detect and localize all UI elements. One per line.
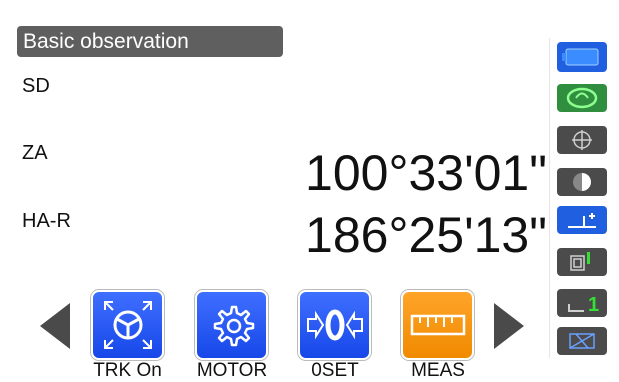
memory-status[interactable] <box>557 248 607 276</box>
trk-on-button[interactable] <box>91 290 164 360</box>
trk-on-label: TRK On <box>93 360 162 381</box>
face-status[interactable]: 1 <box>557 289 607 317</box>
side-divider <box>549 38 550 358</box>
meas-label: MEAS <box>411 360 465 381</box>
illumination-status[interactable] <box>557 168 607 196</box>
next-page-arrow-icon[interactable] <box>492 301 526 351</box>
instrument-height-status[interactable] <box>557 206 607 234</box>
za-label: ZA <box>22 142 48 164</box>
face-one-icon: 1 <box>568 294 599 316</box>
zero-set-label: 0SET <box>311 360 359 381</box>
motor-label: MOTOR <box>196 360 268 381</box>
zero-set-icon <box>306 309 363 341</box>
ha-r-value: 186°25'13" <box>305 207 547 263</box>
memory-card-icon <box>570 252 590 271</box>
gear-icon <box>213 305 254 347</box>
compensator-status[interactable] <box>557 327 607 355</box>
meas-button[interactable] <box>401 290 474 360</box>
target-tracking-icon <box>103 301 152 349</box>
za-value: 100°33'01" <box>305 145 547 201</box>
screen-title: Basic observation <box>17 26 283 57</box>
battery-icon <box>562 48 599 66</box>
laser-icon <box>566 87 598 109</box>
instrument-height-icon <box>568 213 596 228</box>
ha-r-label: HA-R <box>22 210 71 232</box>
motor-button[interactable] <box>195 290 268 360</box>
prism-target-icon <box>572 130 592 150</box>
previous-page-arrow-icon[interactable] <box>38 301 72 351</box>
target-status[interactable] <box>557 126 607 154</box>
softkey-bar: TRK On MOTOR 0SET MEAS <box>0 284 545 381</box>
zero-set-button[interactable] <box>298 290 371 360</box>
svg-text:1: 1 <box>588 294 599 316</box>
battery-status[interactable] <box>557 42 607 72</box>
ruler-icon <box>410 314 465 336</box>
observation-screen: Basic observation SD ZA 100°33'01" HA-R … <box>0 0 619 381</box>
laser-status[interactable] <box>557 84 607 112</box>
compensator-icon <box>569 333 595 349</box>
sd-label: SD <box>22 75 50 97</box>
half-circle-icon <box>573 173 591 191</box>
